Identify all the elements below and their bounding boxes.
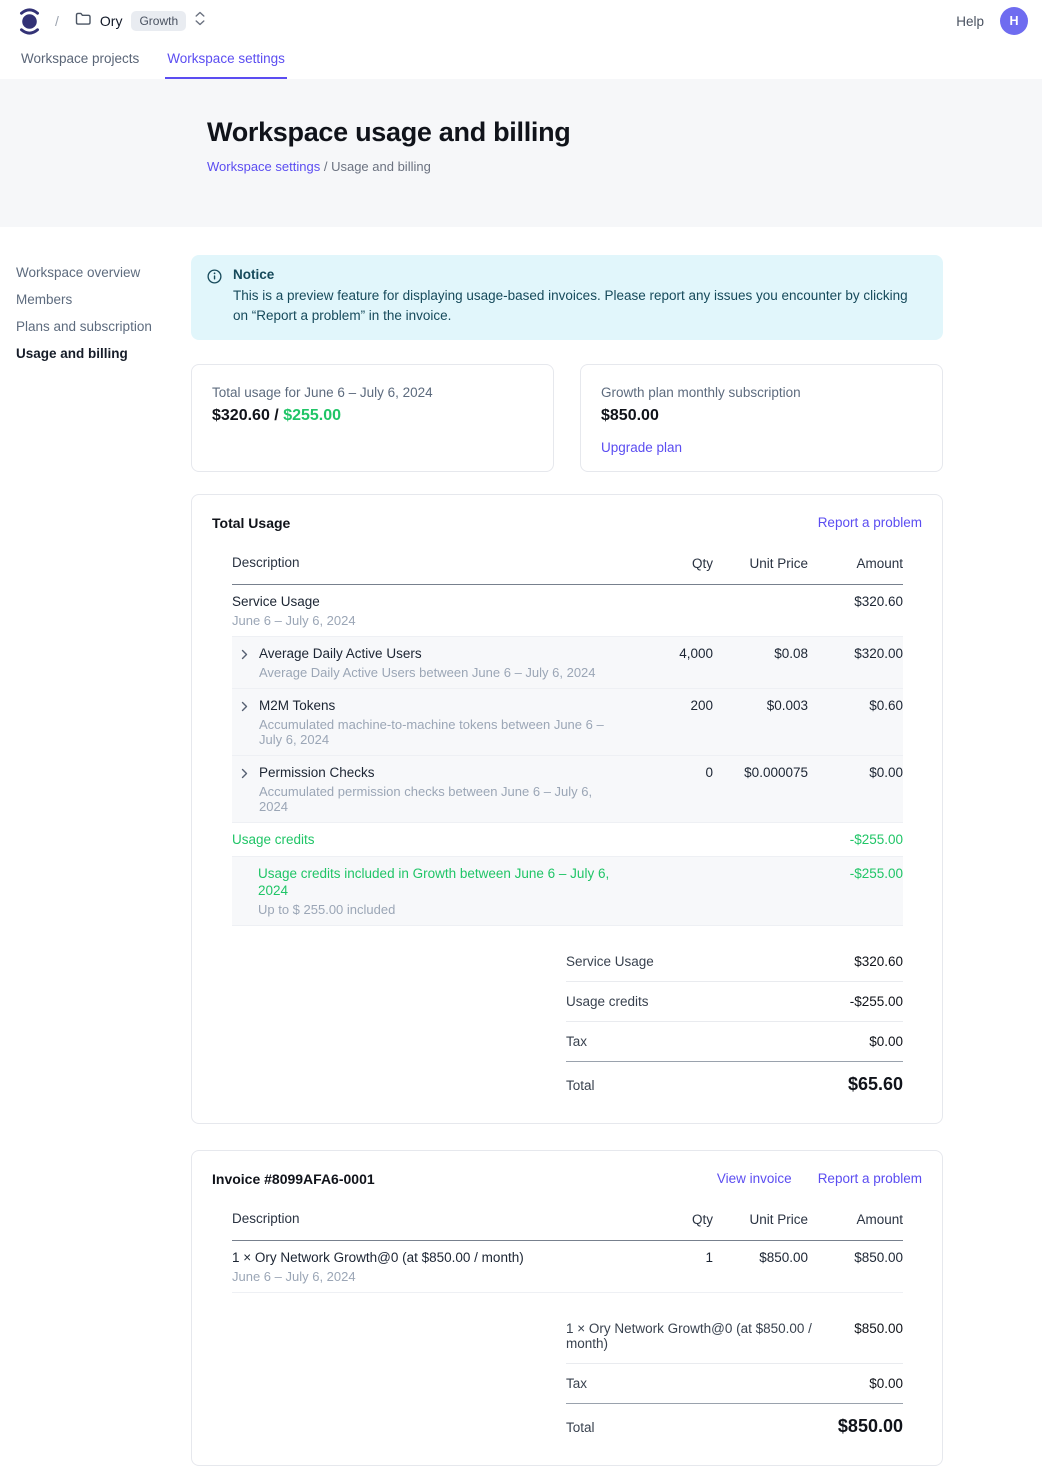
folder-icon xyxy=(75,12,91,31)
plan-subscription-card: Growth plan monthly subscription $850.00… xyxy=(580,364,943,472)
total-usage-label: Total usage for June 6 – July 6, 2024 xyxy=(212,385,533,400)
info-icon xyxy=(207,269,222,327)
workspace-name: Ory xyxy=(100,13,123,29)
expand-chevron-icon[interactable] xyxy=(240,700,249,747)
invoice-panel: Invoice #8099AFA6-0001 View invoice Repo… xyxy=(191,1150,943,1466)
report-problem-link[interactable]: Report a problem xyxy=(818,515,922,530)
table-row-permission-checks: Permission Checks Accumulated permission… xyxy=(232,756,903,823)
col-qty: Qty xyxy=(643,1211,713,1228)
tab-workspace-projects[interactable]: Workspace projects xyxy=(19,42,141,79)
table-row-service-usage: Service Usage June 6 – July 6, 2024 $320… xyxy=(232,585,903,637)
col-unit-price: Unit Price xyxy=(713,1211,808,1228)
upgrade-plan-link[interactable]: Upgrade plan xyxy=(601,440,682,455)
total-usage-panel: Total Usage Report a problem Description… xyxy=(191,494,943,1124)
invoice-table-header: Description Qty Unit Price Amount xyxy=(232,1201,903,1241)
page-header: Workspace usage and billing Workspace se… xyxy=(0,79,1042,227)
sidebar-item-usage-billing[interactable]: Usage and billing xyxy=(16,340,191,367)
user-avatar[interactable]: H xyxy=(1000,7,1028,35)
col-description: Description xyxy=(232,555,643,572)
invoice-title: Invoice #8099AFA6-0001 xyxy=(212,1171,375,1187)
summary-row-subscription: 1 × Ory Network Growth@0 (at $850.00 / m… xyxy=(566,1309,903,1363)
table-row-growth-subscription: 1 × Ory Network Growth@0 (at $850.00 / m… xyxy=(232,1241,903,1293)
col-qty: Qty xyxy=(643,555,713,572)
breadcrumb-divider: / xyxy=(324,159,328,174)
table-row-m2m-tokens: M2M Tokens Accumulated machine-to-machin… xyxy=(232,689,903,756)
sidebar-item-plans-subscription[interactable]: Plans and subscription xyxy=(16,313,191,340)
col-amount: Amount xyxy=(808,555,903,572)
report-problem-link[interactable]: Report a problem xyxy=(818,1171,922,1186)
breadcrumb-separator: / xyxy=(55,13,59,29)
usage-panel-title: Total Usage xyxy=(212,515,290,531)
help-link[interactable]: Help xyxy=(956,14,984,29)
invoice-table: Description Qty Unit Price Amount 1 × Or… xyxy=(232,1201,903,1439)
sidebar-item-members[interactable]: Members xyxy=(16,286,191,313)
summary-row-service-usage: Service Usage $320.60 xyxy=(566,942,903,981)
view-invoice-link[interactable]: View invoice xyxy=(717,1171,792,1186)
chevron-updown-icon[interactable] xyxy=(195,11,205,31)
plan-label: Growth plan monthly subscription xyxy=(601,385,922,400)
usage-table: Description Qty Unit Price Amount Servic… xyxy=(232,545,903,1097)
usage-table-header: Description Qty Unit Price Amount xyxy=(232,545,903,585)
col-description: Description xyxy=(232,1211,643,1228)
notice-body: This is a preview feature for displaying… xyxy=(233,286,919,327)
table-row-daily-active-users: Average Daily Active Users Average Daily… xyxy=(232,637,903,689)
plan-price: $850.00 xyxy=(601,407,922,425)
table-row-usage-credits-detail: Usage credits included in Growth between… xyxy=(232,857,903,926)
settings-sidebar: Workspace overview Members Plans and sub… xyxy=(0,255,191,1466)
ory-logo-icon[interactable] xyxy=(18,8,41,35)
sidebar-item-workspace-overview[interactable]: Workspace overview xyxy=(16,259,191,286)
usage-credit-value: $255.00 xyxy=(283,407,341,424)
table-row-usage-credits: Usage credits -$255.00 xyxy=(232,823,903,857)
notice-title: Notice xyxy=(233,267,919,282)
expand-chevron-icon[interactable] xyxy=(240,767,249,814)
col-unit-price: Unit Price xyxy=(713,555,808,572)
expand-chevron-icon[interactable] xyxy=(240,648,249,680)
workspace-tabs: Workspace projects Workspace settings xyxy=(0,42,1042,79)
summary-row-usage-credits: Usage credits -$255.00 xyxy=(566,981,903,1021)
breadcrumb: Workspace settings / Usage and billing xyxy=(207,159,1042,174)
breadcrumb-current: Usage and billing xyxy=(331,159,431,174)
preview-notice-banner: Notice This is a preview feature for dis… xyxy=(191,255,943,340)
breadcrumb-link-settings[interactable]: Workspace settings xyxy=(207,159,320,174)
summary-row-total: Total $850.00 xyxy=(566,1403,903,1439)
top-navigation: / Ory Growth Help H xyxy=(0,0,1042,42)
total-usage-summary-card: Total usage for June 6 – July 6, 2024 $3… xyxy=(191,364,554,472)
plan-badge: Growth xyxy=(131,11,186,31)
total-usage-value: $320.60 / $255.00 xyxy=(212,407,533,425)
col-amount: Amount xyxy=(808,1211,903,1228)
summary-row-tax: Tax $0.00 xyxy=(566,1021,903,1061)
page-title: Workspace usage and billing xyxy=(207,117,1042,148)
summary-row-total: Total $65.60 xyxy=(566,1061,903,1097)
usage-summary: Service Usage $320.60 Usage credits -$25… xyxy=(566,942,903,1097)
invoice-summary: 1 × Ory Network Growth@0 (at $850.00 / m… xyxy=(566,1309,903,1439)
tab-workspace-settings[interactable]: Workspace settings xyxy=(165,42,287,79)
workspace-switcher[interactable]: Ory Growth xyxy=(75,11,205,31)
summary-row-tax: Tax $0.00 xyxy=(566,1363,903,1403)
